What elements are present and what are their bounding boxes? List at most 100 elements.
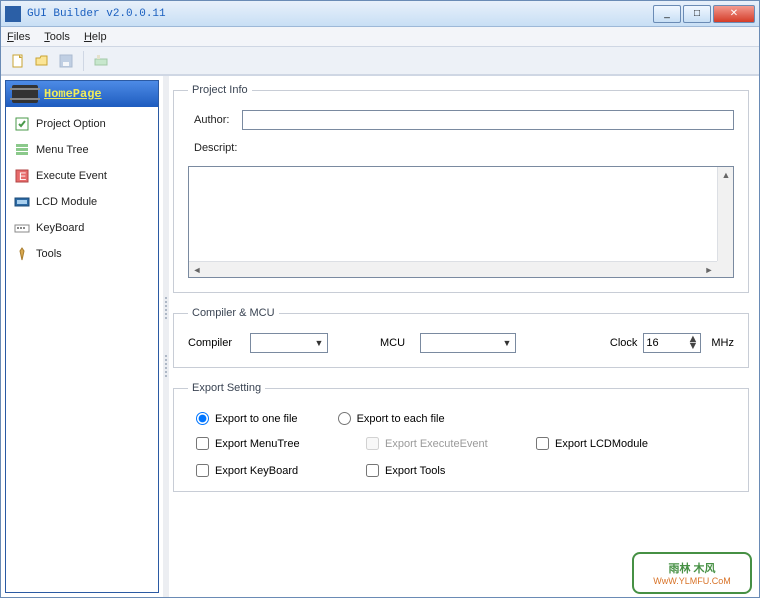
menu-help[interactable]: Help (84, 31, 107, 43)
chip-icon (12, 85, 38, 103)
descript-textarea[interactable]: ▲ ◄► (188, 166, 734, 278)
keyboard-icon (14, 220, 30, 236)
minimize-button[interactable]: _ (653, 5, 681, 23)
build-button[interactable] (90, 50, 112, 72)
sidebar-item-label: KeyBoard (36, 222, 84, 234)
descript-label: Descript: (188, 142, 236, 154)
checkbox-export-menutree[interactable]: Export MenuTree (196, 437, 366, 450)
menu-tree-icon (14, 142, 30, 158)
lcd-module-icon (14, 194, 30, 210)
maximize-button[interactable]: □ (683, 5, 711, 23)
compiler-combobox[interactable]: ▼ (250, 333, 328, 353)
sidebar-header[interactable]: HomePage (6, 81, 158, 107)
project-option-icon (14, 116, 30, 132)
sidebar-item-label: Menu Tree (36, 144, 89, 156)
sidebar-item-label: Tools (36, 248, 62, 260)
tools-icon (14, 246, 30, 262)
checkbox-execevent-input (366, 437, 379, 450)
mcu-combobox[interactable]: ▼ (420, 333, 516, 353)
execute-event-icon: E (14, 168, 30, 184)
menu-files[interactable]: Files (7, 31, 30, 43)
export-setting-legend: Export Setting (188, 382, 265, 394)
checkbox-keyboard-input[interactable] (196, 464, 209, 477)
radio-export-each-input[interactable] (338, 412, 351, 425)
save-button[interactable] (55, 50, 77, 72)
menu-tools[interactable]: Tools (44, 31, 70, 43)
app-window: GUI Builder v2.0.0.11 _ □ ✕ Files Tools … (0, 0, 760, 598)
sidebar-item-lcd-module[interactable]: LCD Module (8, 189, 156, 215)
toolbar (1, 47, 759, 75)
compiler-mcu-group: Compiler & MCU Compiler ▼ MCU ▼ Clock 16… (173, 307, 749, 368)
close-button[interactable]: ✕ (713, 5, 755, 23)
sidebar-item-label: Project Option (36, 118, 106, 130)
sidebar-item-label: Execute Event (36, 170, 107, 182)
svg-text:E: E (19, 171, 26, 183)
checkbox-keyboard-label: Export KeyBoard (215, 465, 298, 477)
descript-scroll-horizontal[interactable]: ◄► (189, 261, 717, 277)
open-folder-icon (34, 53, 50, 69)
watermark-line1: 雨林 木风 (668, 560, 715, 576)
window-buttons: _ □ ✕ (653, 5, 755, 23)
author-input[interactable] (242, 110, 734, 130)
project-info-legend: Project Info (188, 84, 252, 96)
scroll-left-icon[interactable]: ◄ (189, 262, 205, 278)
checkbox-export-keyboard[interactable]: Export KeyBoard (196, 464, 366, 477)
radio-export-each-label: Export to each file (357, 413, 445, 425)
clock-unit: MHz (711, 337, 734, 349)
radio-export-one-label: Export to one file (215, 413, 298, 425)
checkbox-export-lcdmodule[interactable]: Export LCDModule (536, 437, 706, 450)
compiler-label: Compiler (188, 337, 244, 349)
checkbox-lcdmodule-input[interactable] (536, 437, 549, 450)
export-setting-group: Export Setting Export to one file Export… (173, 382, 749, 492)
descript-scroll-vertical[interactable]: ▲ (717, 167, 733, 261)
checkbox-menutree-input[interactable] (196, 437, 209, 450)
main-panel: Project Info Author: Descript: ▲ ◄► Comp… (169, 76, 759, 597)
new-file-icon (10, 53, 26, 69)
clock-spinner[interactable]: 16 ▲▼ (643, 333, 701, 353)
sidebar-title: HomePage (44, 87, 102, 101)
project-info-group: Project Info Author: Descript: ▲ ◄► (173, 84, 749, 293)
sidebar-wrap: HomePage Project Option Menu Tree E Exec… (1, 76, 163, 597)
watermark-line2: WwW.YLMFU.CoM (653, 576, 731, 586)
chevron-down-icon: ▼ (313, 338, 325, 348)
chevron-down-icon: ▼ (501, 338, 513, 348)
body-area: HomePage Project Option Menu Tree E Exec… (1, 75, 759, 597)
scroll-corner (717, 261, 733, 277)
toolbar-separator (83, 51, 84, 71)
clock-label: Clock (595, 337, 637, 349)
sidebar-list: Project Option Menu Tree E Execute Event… (6, 107, 158, 271)
sidebar-item-menu-tree[interactable]: Menu Tree (8, 137, 156, 163)
clock-value: 16 (646, 337, 687, 349)
scroll-right-icon[interactable]: ► (701, 262, 717, 278)
sidebar-item-tools[interactable]: Tools (8, 241, 156, 267)
watermark-badge: 雨林 木风 WwW.YLMFU.CoM (632, 552, 752, 594)
sidebar-item-execute-event[interactable]: E Execute Event (8, 163, 156, 189)
checkbox-lcdmodule-label: Export LCDModule (555, 438, 648, 450)
menubar: Files Tools Help (1, 27, 759, 47)
radio-export-each-file[interactable]: Export to each file (338, 412, 445, 425)
save-icon (58, 53, 74, 69)
scroll-up-icon[interactable]: ▲ (718, 167, 734, 183)
author-label: Author: (188, 114, 236, 126)
checkbox-menutree-label: Export MenuTree (215, 438, 300, 450)
window-title: GUI Builder v2.0.0.11 (27, 8, 653, 20)
checkbox-export-executeevent: Export ExecuteEvent (366, 437, 536, 450)
radio-export-one-input[interactable] (196, 412, 209, 425)
sidebar-item-keyboard[interactable]: KeyBoard (8, 215, 156, 241)
spin-down-icon[interactable]: ▼ (688, 343, 699, 350)
titlebar: GUI Builder v2.0.0.11 _ □ ✕ (1, 1, 759, 27)
app-icon (5, 6, 21, 22)
compiler-mcu-legend: Compiler & MCU (188, 307, 279, 319)
new-file-button[interactable] (7, 50, 29, 72)
checkbox-tools-label: Export Tools (385, 465, 445, 477)
checkbox-tools-input[interactable] (366, 464, 379, 477)
checkbox-execevent-label: Export ExecuteEvent (385, 438, 488, 450)
open-folder-button[interactable] (31, 50, 53, 72)
mcu-label: MCU (380, 337, 414, 349)
radio-export-one-file[interactable]: Export to one file (196, 412, 298, 425)
sidebar-item-label: LCD Module (36, 196, 97, 208)
build-icon (93, 53, 109, 69)
sidebar-item-project-option[interactable]: Project Option (8, 111, 156, 137)
checkbox-export-tools[interactable]: Export Tools (366, 464, 536, 477)
sidebar: HomePage Project Option Menu Tree E Exec… (5, 80, 159, 593)
